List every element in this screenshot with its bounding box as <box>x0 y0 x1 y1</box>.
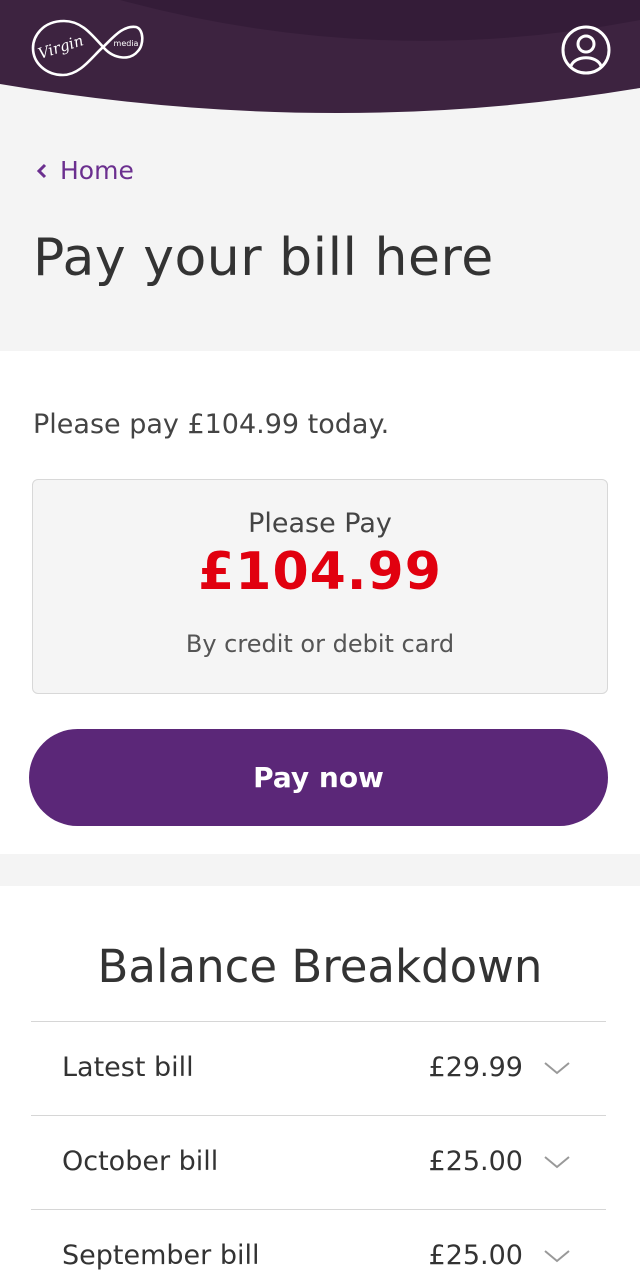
virgin-media-logo[interactable]: Virgin media <box>30 15 144 81</box>
payment-method-text: By credit or debit card <box>185 630 455 658</box>
bill-label: October bill <box>62 1146 219 1177</box>
chevron-down-icon[interactable] <box>543 1154 571 1170</box>
balance-breakdown-title: Balance Breakdown <box>97 940 543 993</box>
svg-text:media: media <box>114 39 139 48</box>
chevron-left-icon <box>36 163 47 178</box>
back-to-home-link[interactable]: Home <box>34 156 134 185</box>
bill-list: Latest bill £29.99 October bill £25.00 S… <box>31 1021 606 1280</box>
chevron-down-icon[interactable] <box>543 1060 571 1076</box>
bill-amount: £29.99 <box>428 1052 523 1083</box>
chevron-down-icon[interactable] <box>543 1248 571 1264</box>
svg-text:Virgin: Virgin <box>36 31 86 63</box>
payment-section: Please pay £104.99 today. Please Pay £10… <box>0 351 640 854</box>
app-header: Virgin media <box>0 0 640 130</box>
bill-label: Latest bill <box>62 1052 194 1083</box>
user-account-icon[interactable] <box>560 24 612 76</box>
amount-due-value: £104.99 <box>198 542 442 602</box>
bill-row-october[interactable]: October bill £25.00 <box>31 1115 606 1209</box>
amount-due-title: Please Pay <box>248 508 392 539</box>
page-title: Pay your bill here <box>33 228 494 288</box>
payment-intro-text: Please pay £104.99 today. <box>33 409 390 440</box>
bill-amount: £25.00 <box>428 1146 523 1177</box>
bill-label: September bill <box>62 1240 260 1271</box>
amount-due-card: Please Pay £104.99 By credit or debit ca… <box>32 479 608 694</box>
bill-amount: £25.00 <box>428 1240 523 1271</box>
bill-row-september[interactable]: September bill £25.00 <box>31 1209 606 1280</box>
bill-row-latest[interactable]: Latest bill £29.99 <box>31 1021 606 1115</box>
pay-now-button[interactable]: Pay now <box>29 729 608 826</box>
balance-breakdown-section: Balance Breakdown Latest bill £29.99 Oct… <box>0 886 640 1280</box>
back-link-label: Home <box>60 156 134 185</box>
